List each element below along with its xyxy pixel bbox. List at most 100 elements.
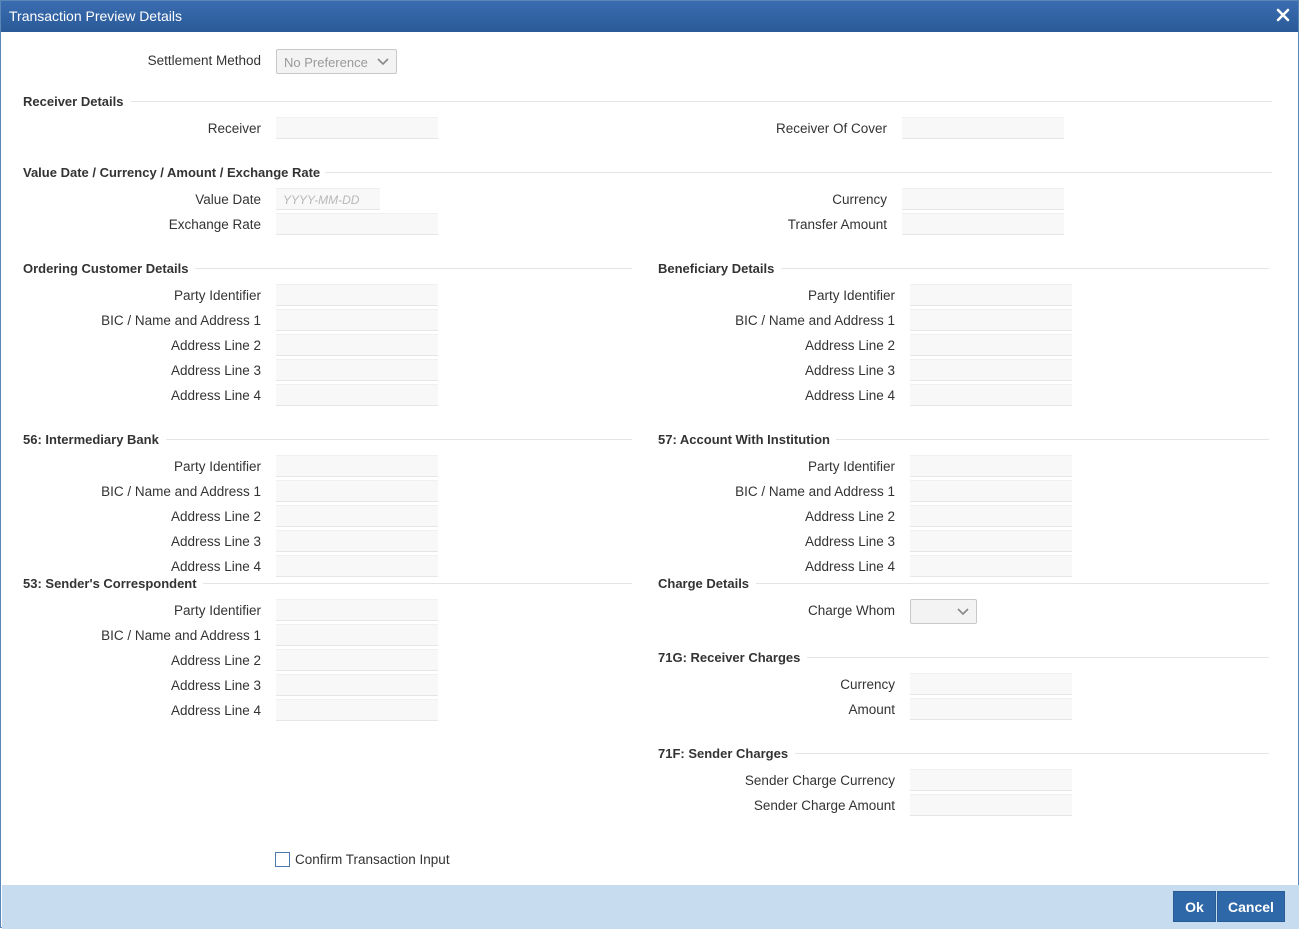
ordering-address-line-3-field[interactable] bbox=[276, 359, 438, 381]
ordering-address-line-2-label: Address Line 2 bbox=[170, 338, 261, 353]
sender-charge-amount-label: Sender Charge Amount bbox=[753, 798, 895, 813]
settlement-method-value: No Preference bbox=[284, 55, 368, 70]
cancel-button[interactable]: Cancel bbox=[1217, 891, 1285, 922]
correspondent-party-identifier-label: Party Identifier bbox=[173, 603, 261, 618]
settlement-method-label: Settlement Method bbox=[147, 53, 261, 68]
receiver-of-cover-label: Receiver Of Cover bbox=[775, 121, 887, 136]
correspondent-address-line-4-field[interactable] bbox=[276, 699, 438, 721]
correspondent-address-line-3-field[interactable] bbox=[276, 674, 438, 696]
correspondent-address-line-4-label: Address Line 4 bbox=[170, 703, 261, 718]
ok-button[interactable]: Ok bbox=[1173, 891, 1216, 922]
beneficiary-bic-label: BIC / Name and Address 1 bbox=[735, 313, 895, 328]
intermediary-address-line-2-label: Address Line 2 bbox=[170, 509, 261, 524]
account-with-party-identifier-field[interactable] bbox=[910, 455, 1072, 477]
intermediary-bank-heading: 56: Intermediary Bank bbox=[23, 432, 159, 447]
intermediary-bic-field[interactable] bbox=[276, 480, 438, 502]
chevron-down-icon bbox=[957, 608, 969, 616]
account-with-institution-heading: 57: Account With Institution bbox=[658, 432, 830, 447]
account-with-bic-label: BIC / Name and Address 1 bbox=[735, 484, 895, 499]
exchange-rate-field[interactable] bbox=[276, 213, 438, 235]
confirm-transaction-label: Confirm Transaction Input bbox=[295, 852, 450, 867]
account-with-bic-field[interactable] bbox=[910, 480, 1072, 502]
beneficiary-address-line-4-field[interactable] bbox=[910, 384, 1072, 406]
intermediary-address-line-3-label: Address Line 3 bbox=[170, 534, 261, 549]
ordering-party-identifier-label: Party Identifier bbox=[173, 288, 261, 303]
dialog-footer: Ok Cancel bbox=[2, 885, 1299, 929]
intermediary-party-identifier-label: Party Identifier bbox=[173, 459, 261, 474]
currency-field[interactable] bbox=[902, 188, 1064, 210]
dialog-title: Transaction Preview Details bbox=[9, 8, 182, 24]
receiver-charges-amount-field[interactable] bbox=[910, 698, 1072, 720]
receiver-field[interactable] bbox=[276, 117, 438, 139]
correspondent-address-line-2-label: Address Line 2 bbox=[170, 653, 261, 668]
beneficiary-address-line-2-label: Address Line 2 bbox=[804, 338, 895, 353]
sender-charges-heading: 71F: Sender Charges bbox=[658, 746, 789, 761]
section-divider bbox=[325, 172, 1272, 173]
section-divider bbox=[131, 101, 1272, 102]
beneficiary-party-identifier-label: Party Identifier bbox=[807, 288, 895, 303]
account-with-party-identifier-label: Party Identifier bbox=[807, 459, 895, 474]
value-date-section-heading: Value Date / Currency / Amount / Exchang… bbox=[23, 165, 321, 180]
charge-details-heading: Charge Details bbox=[658, 576, 750, 591]
receiver-charges-currency-label: Currency bbox=[840, 677, 895, 692]
sender-charge-amount-field[interactable] bbox=[910, 794, 1072, 816]
beneficiary-address-line-3-label: Address Line 3 bbox=[804, 363, 895, 378]
receiver-charges-amount-label: Amount bbox=[848, 702, 895, 717]
ordering-bic-label: BIC / Name and Address 1 bbox=[101, 313, 261, 328]
ordering-address-line-4-label: Address Line 4 bbox=[170, 388, 261, 403]
beneficiary-address-line-3-field[interactable] bbox=[910, 359, 1072, 381]
intermediary-address-line-4-label: Address Line 4 bbox=[170, 559, 261, 574]
correspondent-bic-field[interactable] bbox=[276, 624, 438, 646]
beneficiary-party-identifier-field[interactable] bbox=[910, 284, 1072, 306]
transaction-preview-dialog: Transaction Preview Details Settlement M… bbox=[0, 0, 1301, 929]
beneficiary-address-line-4-label: Address Line 4 bbox=[804, 388, 895, 403]
value-date-label: Value Date bbox=[195, 192, 261, 207]
correspondent-address-line-2-field[interactable] bbox=[276, 649, 438, 671]
ordering-address-line-4-field[interactable] bbox=[276, 384, 438, 406]
correspondent-bic-label: BIC / Name and Address 1 bbox=[101, 628, 261, 643]
intermediary-address-line-2-field[interactable] bbox=[276, 505, 438, 527]
intermediary-bic-label: BIC / Name and Address 1 bbox=[101, 484, 261, 499]
intermediary-address-line-3-field[interactable] bbox=[276, 530, 438, 552]
chevron-down-icon bbox=[377, 58, 389, 66]
ordering-customer-heading: Ordering Customer Details bbox=[23, 261, 189, 276]
senders-correspondent-heading: 53: Sender's Correspondent bbox=[23, 576, 197, 591]
beneficiary-heading: Beneficiary Details bbox=[658, 261, 775, 276]
account-with-address-line-3-label: Address Line 3 bbox=[804, 534, 895, 549]
beneficiary-bic-field[interactable] bbox=[910, 309, 1072, 331]
sender-charge-currency-label: Sender Charge Currency bbox=[744, 773, 895, 788]
ordering-address-line-3-label: Address Line 3 bbox=[170, 363, 261, 378]
transfer-amount-label: Transfer Amount bbox=[787, 217, 887, 232]
title-bar: Transaction Preview Details bbox=[1, 1, 1298, 32]
receiver-details-heading: Receiver Details bbox=[23, 94, 124, 109]
confirm-transaction-checkbox[interactable] bbox=[275, 852, 290, 867]
settlement-method-select[interactable]: No Preference bbox=[276, 49, 397, 74]
receiver-of-cover-field[interactable] bbox=[902, 117, 1064, 139]
account-with-address-line-4-field[interactable] bbox=[910, 555, 1072, 577]
charge-whom-select[interactable] bbox=[910, 599, 977, 624]
account-with-address-line-2-field[interactable] bbox=[910, 505, 1072, 527]
ordering-address-line-2-field[interactable] bbox=[276, 334, 438, 356]
intermediary-party-identifier-field[interactable] bbox=[276, 455, 438, 477]
section-divider bbox=[756, 583, 1269, 584]
correspondent-address-line-3-label: Address Line 3 bbox=[170, 678, 261, 693]
beneficiary-address-line-2-field[interactable] bbox=[910, 334, 1072, 356]
scrollbar-track[interactable] bbox=[1296, 41, 1301, 841]
section-divider bbox=[195, 268, 632, 269]
receiver-charges-currency-field[interactable] bbox=[910, 673, 1072, 695]
receiver-charges-heading: 71G: Receiver Charges bbox=[658, 650, 801, 665]
account-with-address-line-2-label: Address Line 2 bbox=[804, 509, 895, 524]
section-divider bbox=[836, 439, 1269, 440]
ordering-bic-field[interactable] bbox=[276, 309, 438, 331]
account-with-address-line-4-label: Address Line 4 bbox=[804, 559, 895, 574]
intermediary-address-line-4-field[interactable] bbox=[276, 555, 438, 577]
sender-charge-currency-field[interactable] bbox=[910, 769, 1072, 791]
close-icon[interactable] bbox=[1274, 6, 1292, 24]
transfer-amount-field[interactable] bbox=[902, 213, 1064, 235]
account-with-address-line-3-field[interactable] bbox=[910, 530, 1072, 552]
correspondent-party-identifier-field[interactable] bbox=[276, 599, 438, 621]
value-date-field[interactable]: YYYY-MM-DD bbox=[276, 188, 380, 210]
ordering-party-identifier-field[interactable] bbox=[276, 284, 438, 306]
value-date-placeholder: YYYY-MM-DD bbox=[283, 193, 360, 207]
currency-label: Currency bbox=[832, 192, 887, 207]
